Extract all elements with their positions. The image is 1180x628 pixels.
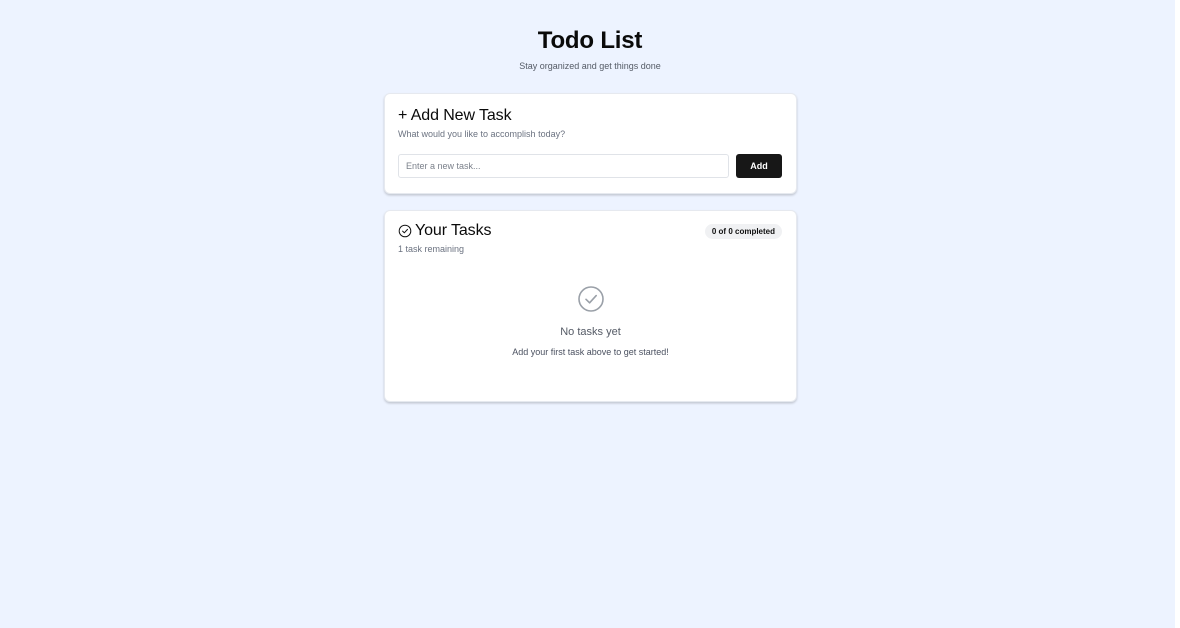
tasks-title-row: Your Tasks: [398, 221, 491, 241]
new-task-input[interactable]: [398, 154, 729, 178]
tasks-card: Your Tasks 1 task remaining 0 of 0 compl…: [384, 210, 797, 402]
add-task-title: + Add New Task: [398, 107, 512, 124]
empty-state-title: No tasks yet: [560, 326, 621, 338]
page-title: Todo List: [537, 27, 643, 54]
completed-count-badge: 0 of 0 completed: [704, 224, 782, 239]
add-task-button[interactable]: Add: [736, 154, 782, 178]
empty-state-description: Add your first task above to get started…: [512, 347, 669, 357]
tasks-remaining-count: 1 task remaining: [398, 244, 465, 254]
add-task-description: What would you like to accomplish today?: [398, 129, 566, 139]
page-subtitle: Stay organized and get things done: [519, 61, 661, 71]
check-circle-icon: [398, 224, 412, 238]
add-task-card: + Add New Task What would you like to ac…: [384, 93, 797, 194]
tasks-title: Your Tasks: [415, 222, 492, 239]
check-circle-icon: [577, 285, 605, 313]
empty-state: No tasks yet Add your first task above t…: [385, 285, 796, 357]
